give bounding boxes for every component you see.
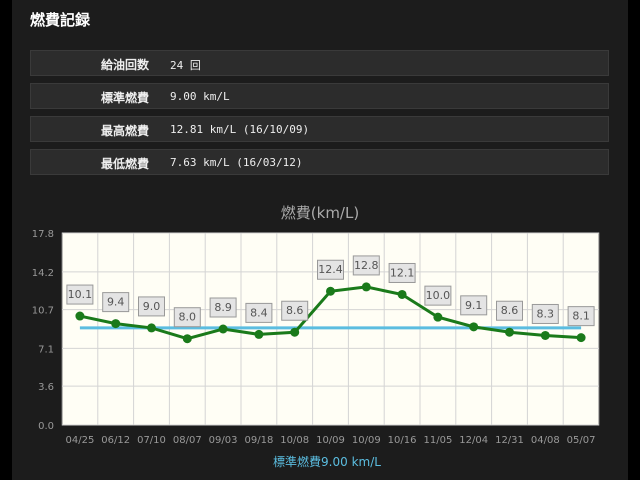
data-label: 8.6 [281, 300, 309, 321]
x-tick-label: 09/18 [244, 435, 273, 446]
data-label: 8.1 [567, 306, 595, 327]
x-tick-label: 12/31 [495, 435, 524, 446]
data-label: 9.0 [138, 296, 165, 317]
x-tick-label: 12/04 [459, 435, 488, 446]
data-label: 8.4 [245, 302, 273, 323]
data-point [469, 322, 479, 332]
x-tick-label: 06/12 [101, 435, 130, 446]
y-tick-label: 14.2 [32, 268, 54, 279]
data-point [397, 289, 407, 299]
data-point [111, 319, 121, 329]
data-label-text: 9.1 [465, 299, 483, 312]
data-point [505, 327, 514, 337]
x-tick-label: 05/07 [567, 435, 596, 446]
data-point [254, 329, 264, 339]
data-label-text: 8.6 [501, 304, 519, 317]
y-tick-label: 10.7 [32, 306, 54, 317]
data-label: 12.1 [388, 262, 416, 283]
data-label-text: 8.3 [537, 307, 555, 320]
x-tick-label: 09/03 [209, 435, 238, 446]
chart-title: 燃費(km/L) [281, 204, 359, 222]
data-label: 12.8 [352, 255, 380, 276]
data-label: 8.9 [209, 297, 237, 318]
y-tick-label: 7.1 [38, 344, 54, 355]
data-point [361, 282, 371, 292]
y-tick-label: 3.6 [38, 382, 54, 393]
y-tick-label: 17.8 [32, 229, 54, 240]
x-axis-ticks: 04/25 06/12 07/10 08/07 09/03 09/18 10/08 10/09… [65, 435, 595, 446]
x-tick-label: 10/09 [316, 435, 345, 446]
data-label-text: 12.4 [318, 263, 343, 276]
reference-line-label: 標準燃費9.00 km/L [273, 454, 381, 469]
y-tick-label: 0.0 [38, 421, 54, 432]
data-point [75, 311, 85, 321]
data-point [218, 324, 228, 334]
data-point [433, 312, 443, 322]
x-tick-label: 10/09 [352, 435, 381, 446]
x-tick-label: 04/08 [531, 435, 560, 446]
data-point [290, 327, 300, 337]
data-label-text: 8.1 [572, 310, 590, 323]
data-point [182, 334, 192, 344]
fuel-efficiency-chart: 燃費(km/L) 0.0 3.6 7.1 10.7 14.2 17.8 04/25 06/1… [32, 204, 600, 469]
data-label-text: 8.4 [250, 306, 268, 319]
data-label-text: 10.1 [68, 288, 93, 301]
data-label: 8.0 [173, 307, 201, 328]
data-point [326, 286, 335, 296]
x-tick-label: 04/25 [65, 435, 94, 446]
data-label-text: 9.0 [143, 300, 161, 313]
data-label-text: 12.8 [354, 259, 379, 272]
data-label: 8.3 [531, 303, 559, 324]
data-label: 9.1 [460, 295, 488, 316]
data-label-text: 10.0 [426, 289, 451, 302]
data-label-text: 12.1 [390, 266, 415, 279]
data-label-text: 8.0 [179, 311, 197, 324]
y-axis-ticks: 0.0 3.6 7.1 10.7 14.2 17.8 [32, 229, 54, 432]
data-point [147, 323, 156, 333]
data-label: 9.4 [102, 292, 130, 313]
data-label: 10.1 [66, 284, 94, 305]
data-point [576, 333, 586, 343]
data-label-text: 8.9 [214, 301, 232, 314]
x-tick-label: 08/07 [173, 435, 202, 446]
x-tick-label: 10/08 [280, 435, 309, 446]
x-tick-label: 10/16 [388, 435, 417, 446]
data-point [540, 330, 550, 340]
data-label: 8.6 [496, 300, 523, 321]
data-label: 10.0 [424, 285, 452, 306]
data-label-text: 8.6 [286, 304, 304, 317]
data-label: 12.4 [317, 259, 344, 280]
data-label-text: 9.4 [107, 296, 125, 309]
x-tick-label: 11/05 [423, 435, 452, 446]
x-tick-label: 07/10 [137, 435, 166, 446]
